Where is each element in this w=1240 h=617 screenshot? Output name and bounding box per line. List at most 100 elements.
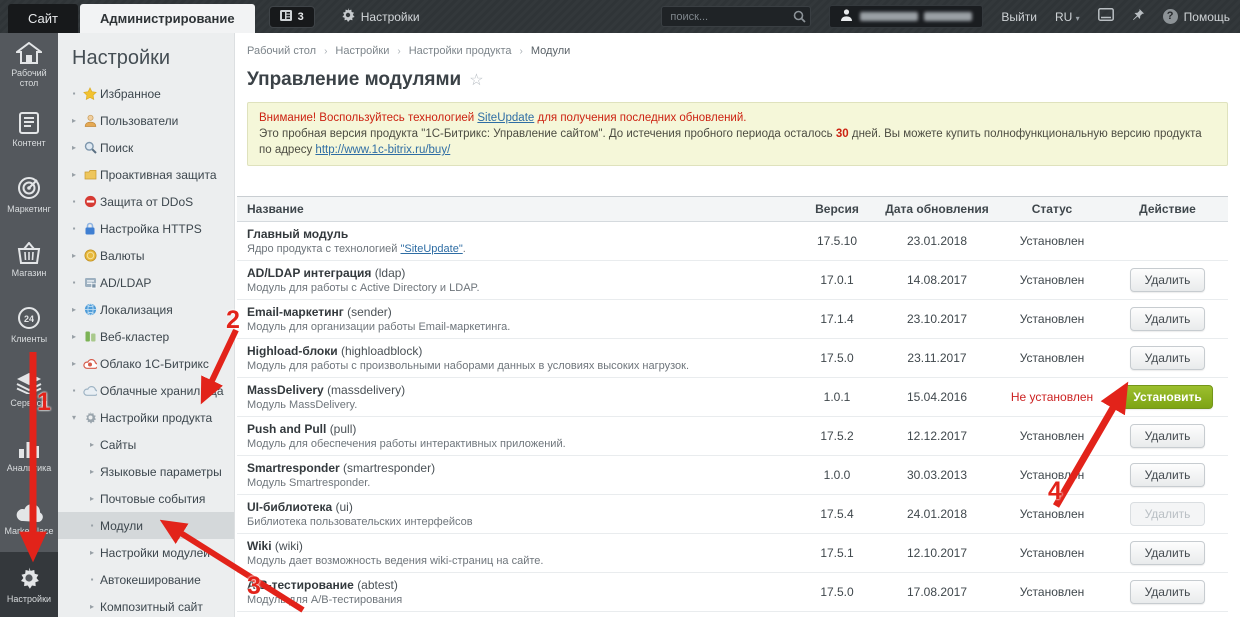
settings-menu-item-5[interactable]: ▪ Защита от DDoS xyxy=(58,188,234,215)
settings-menu-item-6[interactable]: ▪ Настройка HTTPS xyxy=(58,215,234,242)
ldap-icon xyxy=(80,276,100,289)
rail-item-1[interactable]: Рабочий стол xyxy=(0,33,58,98)
desktop-mode-icon[interactable] xyxy=(1097,7,1114,26)
siteupdate-link[interactable]: SiteUpdate xyxy=(477,112,534,124)
modules-table: Название Версия Дата обновления Статус Д… xyxy=(237,196,1228,617)
pin-icon[interactable] xyxy=(1132,8,1145,26)
module-action: Удалить xyxy=(1107,580,1228,604)
chevron-down-icon: ▾ xyxy=(1075,13,1080,23)
search-icon[interactable] xyxy=(793,10,807,28)
module-update-date: 17.08.2017 xyxy=(906,585,968,599)
settings-menu-item-14[interactable]: ▸ Сайты xyxy=(58,431,234,458)
delete-button[interactable]: Удалить xyxy=(1129,346,1206,370)
logout-link[interactable]: Выйти xyxy=(1001,10,1037,24)
breadcrumb-item-1[interactable]: Рабочий стол xyxy=(247,45,316,57)
delete-button[interactable]: Удалить xyxy=(1129,541,1206,565)
rail-item-2[interactable]: Контент xyxy=(0,98,58,163)
module-status: Установлен xyxy=(1019,585,1085,599)
settings-menu-item-19[interactable]: ▪ Автокеширование xyxy=(58,566,234,593)
settings-menu-title: Настройки xyxy=(72,47,171,69)
content-icon xyxy=(18,112,40,135)
module-update-date: 12.10.2017 xyxy=(906,546,968,560)
rail-item-7[interactable]: Аналитика xyxy=(0,422,58,487)
module-description: Модуль для A/B-тестирования xyxy=(247,593,403,606)
notifications-icon xyxy=(279,9,292,24)
settings-menu-item-16[interactable]: ▸ Почтовые события xyxy=(58,485,234,512)
module-description: Модуль для обеспечения работы интерактив… xyxy=(247,437,566,450)
module-update-date: 23.10.2017 xyxy=(906,312,968,326)
settings-menu-item-15[interactable]: ▸ Языковые параметры xyxy=(58,458,234,485)
settings-menu-item-9[interactable]: ▸ Локализация xyxy=(58,296,234,323)
module-description: Модуль для работы с Active Directory и L… xyxy=(247,281,480,294)
breadcrumb-item-3[interactable]: Настройки продукта xyxy=(409,45,512,57)
module-name: MassDelivery (massdelivery) xyxy=(247,382,406,397)
rail-item-5[interactable]: 24 Клиенты xyxy=(0,293,58,358)
settings-menu-item-13[interactable]: ▾ Настройки продукта xyxy=(58,404,234,431)
rail-item-9[interactable]: Настройки xyxy=(0,552,58,617)
settings-menu-item-1[interactable]: ▪ Избранное xyxy=(58,80,234,107)
settings-menu-item-18[interactable]: ▸ Настройки модулей xyxy=(58,539,234,566)
col-version: Версия xyxy=(815,202,859,216)
siteupdate-link[interactable]: "SiteUpdate" xyxy=(400,243,462,255)
language-selector[interactable]: RU ▾ xyxy=(1055,10,1080,24)
settings-menu-item-12[interactable]: ▪ Облачные хранилища xyxy=(58,377,234,404)
module-version: 17.5.0 xyxy=(820,351,854,365)
module-status: Установлен xyxy=(1019,468,1085,482)
settings-menu-item-10[interactable]: ▸ Веб-кластер xyxy=(58,323,234,350)
settings-menu-item-2[interactable]: ▸ Пользователи xyxy=(58,107,234,134)
table-body: Главный модуль Ядро продукта с технологи… xyxy=(237,222,1228,617)
module-action: Удалить xyxy=(1107,541,1228,565)
tab-administration[interactable]: Администрирование xyxy=(79,4,255,33)
notifications-badge[interactable]: 3 xyxy=(268,5,315,28)
module-name: A/B-тестирование (abtest) xyxy=(247,577,398,592)
module-status: Установлен xyxy=(1019,507,1085,521)
settings-menu-item-8[interactable]: ▪ AD/LDAP xyxy=(58,269,234,296)
user-icon xyxy=(840,8,853,26)
help-label: Помощь xyxy=(1183,9,1230,24)
module-row: Highload-блоки (highloadblock) Модуль дл… xyxy=(237,339,1228,378)
module-row: MassDelivery (massdelivery) Модуль MassD… xyxy=(237,378,1228,417)
module-status: Установлен xyxy=(1019,429,1085,443)
delete-button[interactable]: Удалить xyxy=(1129,307,1206,331)
settings-menu-item-4[interactable]: ▸ Проактивная защита xyxy=(58,161,234,188)
settings-menu-item-20[interactable]: ▸ Композитный сайт xyxy=(58,593,234,617)
user-menu[interactable] xyxy=(829,5,984,28)
marketplace-icon xyxy=(15,503,43,523)
settings-menu-item-11[interactable]: ▸ Облако 1С-Битрикс xyxy=(58,350,234,377)
help-button[interactable]: ? Помощь xyxy=(1162,9,1230,24)
module-name: Wiki (wiki) xyxy=(247,538,303,553)
settings-menu-item-3[interactable]: ▸ Поиск xyxy=(58,134,234,161)
topbar-settings-button[interactable]: Настройки xyxy=(341,8,420,25)
delete-button[interactable]: Удалить xyxy=(1129,424,1206,448)
install-button[interactable]: Установить xyxy=(1122,385,1213,409)
bullet-icon: ▸ xyxy=(89,467,94,476)
settings-menu-item-17[interactable]: ▪ Модули xyxy=(58,512,234,539)
bullet-icon: ▪ xyxy=(72,224,76,233)
notifications-count: 3 xyxy=(297,10,304,23)
module-description: Модуль MassDelivery. xyxy=(247,398,358,411)
module-status: Установлен xyxy=(1019,351,1085,365)
bullet-icon: ▪ xyxy=(72,278,76,287)
module-status: Установлен xyxy=(1019,273,1085,287)
settings-menu-item-7[interactable]: ▸ Валюты xyxy=(58,242,234,269)
bullet-icon: ▸ xyxy=(71,170,76,179)
star-icon xyxy=(80,86,100,101)
delete-button[interactable]: Удалить xyxy=(1129,580,1206,604)
breadcrumb-item-2[interactable]: Настройки xyxy=(335,45,389,57)
module-row: Wiki (wiki) Модуль дает возможность веде… xyxy=(237,534,1228,573)
module-action: Удалить xyxy=(1107,268,1228,292)
buy-link[interactable]: http://www.1c-bitrix.ru/buy/ xyxy=(315,144,450,156)
breadcrumb: Рабочий стол › Настройки › Настройки продукт… xyxy=(235,33,1240,60)
favorite-star-icon[interactable]: ☆ xyxy=(469,70,483,90)
search-input[interactable] xyxy=(661,6,812,27)
rail-item-6[interactable]: Сервисы xyxy=(0,357,58,422)
rail-item-3[interactable]: Маркетинг xyxy=(0,163,58,228)
tab-site[interactable]: Сайт xyxy=(8,4,78,33)
col-name: Название xyxy=(247,202,304,216)
user-name-redacted xyxy=(860,12,973,21)
rail-item-4[interactable]: Магазин xyxy=(0,228,58,293)
breadcrumb-item-4[interactable]: Модули xyxy=(531,45,570,57)
delete-button[interactable]: Удалить xyxy=(1129,463,1206,487)
delete-button[interactable]: Удалить xyxy=(1129,268,1206,292)
rail-item-8[interactable]: Marketplace xyxy=(0,487,58,552)
